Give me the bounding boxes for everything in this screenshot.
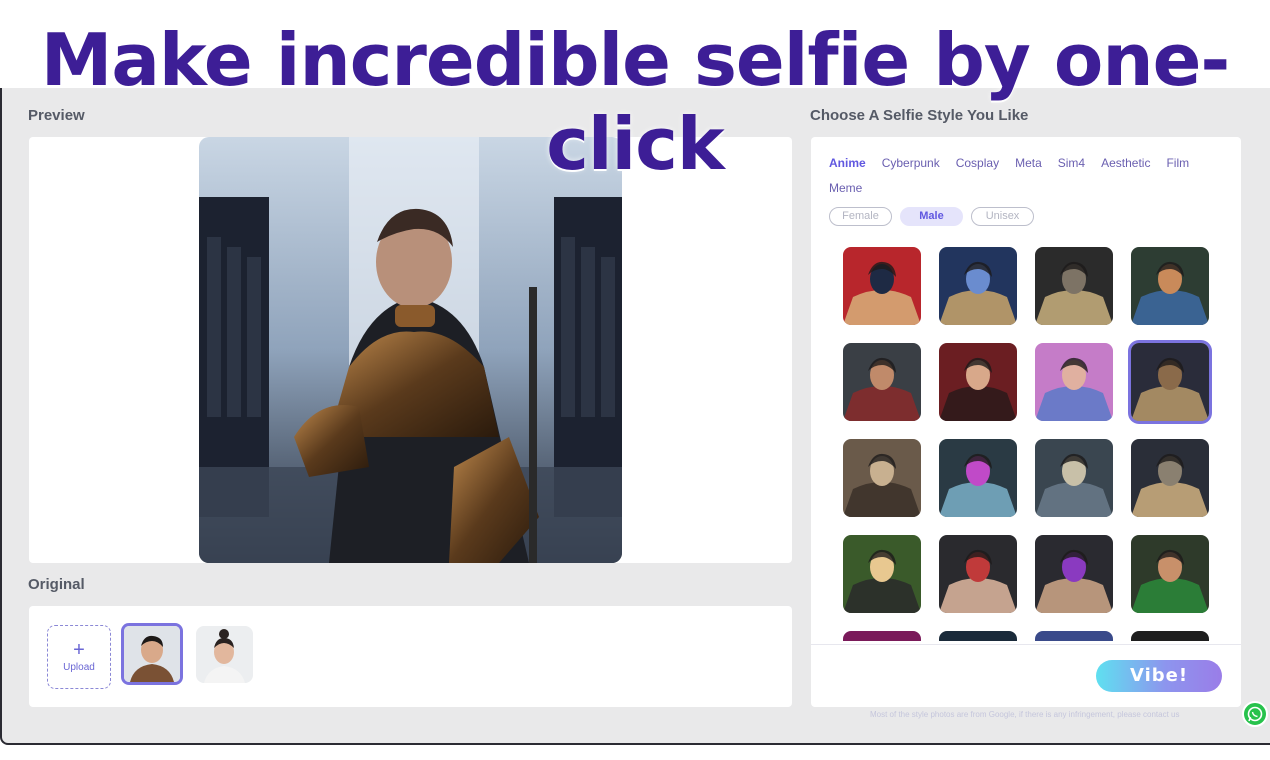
gender-female-button[interactable]: Female — [829, 207, 892, 226]
style-thumbnail[interactable] — [939, 343, 1017, 421]
vibe-button[interactable]: Vibe! — [1096, 660, 1222, 692]
original-photo-male[interactable] — [121, 623, 183, 685]
style-thumbnail[interactable] — [843, 439, 921, 517]
style-thumbnail[interactable] — [1131, 631, 1209, 641]
style-thumbnail[interactable] — [1131, 535, 1209, 613]
style-thumbnail[interactable] — [1131, 247, 1209, 325]
original-panel: + Upload — [29, 606, 792, 707]
original-photo-female[interactable] — [196, 626, 253, 683]
upload-label: Upload — [63, 662, 95, 673]
style-thumbnail[interactable] — [843, 247, 921, 325]
style-thumbnail[interactable] — [843, 343, 921, 421]
style-thumbnail[interactable] — [1131, 439, 1209, 517]
style-thumbnail[interactable] — [1035, 343, 1113, 421]
style-panel: Anime Cyberpunk Cosplay Meta Sim4 Aesthetic Fi… — [811, 137, 1241, 707]
gender-unisex-button[interactable]: Unisex — [971, 207, 1034, 226]
style-thumbnail[interactable] — [843, 631, 921, 641]
gender-male-button[interactable]: Male — [900, 207, 963, 226]
style-thumbnail[interactable] — [939, 631, 1017, 641]
upload-button[interactable]: + Upload — [47, 625, 111, 689]
style-thumbnail[interactable] — [939, 535, 1017, 613]
style-thumbnail[interactable] — [1035, 247, 1113, 325]
gender-filter: Female Male Unisex — [829, 206, 1042, 226]
banner-title: Make incredible selfie by one-click — [40, 18, 1231, 186]
whatsapp-icon[interactable] — [1242, 701, 1268, 727]
divider — [811, 644, 1241, 645]
style-thumbnail[interactable] — [1035, 439, 1113, 517]
style-grid — [841, 245, 1215, 641]
style-thumbnail[interactable] — [1131, 343, 1209, 421]
preview-image — [199, 137, 622, 563]
preview-panel — [29, 137, 792, 563]
style-thumbnail[interactable] — [843, 535, 921, 613]
plus-icon: + — [73, 639, 85, 661]
app-frame: Preview Original + Upload Choose A Selfi… — [0, 88, 1270, 745]
style-thumbnail[interactable] — [939, 439, 1017, 517]
style-thumbnail[interactable] — [1035, 535, 1113, 613]
infringement-note: Most of the style photos are from Google… — [870, 710, 1180, 719]
style-thumbnail[interactable] — [939, 247, 1017, 325]
style-thumbnail[interactable] — [1035, 631, 1113, 641]
original-label: Original — [28, 576, 85, 593]
